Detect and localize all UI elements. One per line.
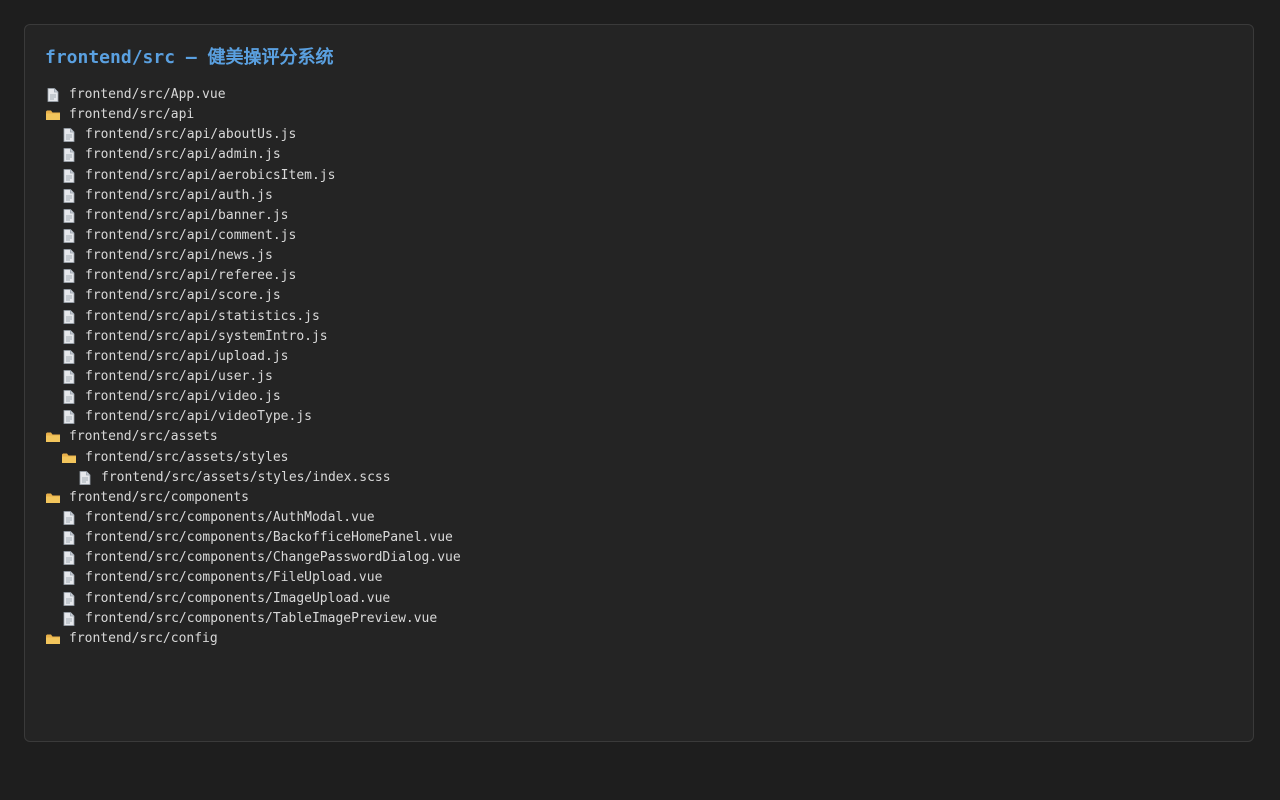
tree-item-label: frontend/src/api/news.js	[85, 248, 273, 264]
tree-item-label: frontend/src/api/systemIntro.js	[85, 328, 328, 344]
file-tree-panel: frontend/src — 健美操评分系统 frontend/src/App.…	[24, 24, 1254, 742]
tree-folder-item[interactable]: frontend/src/assets	[45, 427, 461, 447]
file-icon	[61, 409, 77, 425]
folder-icon	[45, 429, 61, 445]
tree-item-label: frontend/src/components/ChangePasswordDi…	[85, 550, 461, 566]
tree-file-item[interactable]: frontend/src/App.vue	[45, 85, 461, 105]
tree-item-label: frontend/src/api/banner.js	[85, 207, 289, 223]
tree-folder-item[interactable]: frontend/src/assets/styles	[45, 448, 461, 468]
file-icon	[61, 288, 77, 304]
tree-item-label: frontend/src/api/user.js	[85, 369, 273, 385]
tree-item-label: frontend/src/api/referee.js	[85, 268, 297, 284]
tree-item-label: frontend/src/config	[69, 630, 218, 646]
tree-folder-item[interactable]: frontend/src/config	[45, 629, 461, 649]
tree-file-item[interactable]: frontend/src/components/BackofficeHomePa…	[45, 528, 461, 548]
file-icon	[45, 87, 61, 103]
tree-item-label: frontend/src/api/aboutUs.js	[85, 127, 297, 143]
tree-item-label: frontend/src/components/ImageUpload.vue	[85, 590, 391, 606]
tree-item-label: frontend/src/api/comment.js	[85, 228, 297, 244]
file-icon	[61, 369, 77, 385]
file-icon	[61, 550, 77, 566]
file-icon	[61, 611, 77, 627]
file-icon	[61, 248, 77, 264]
file-icon	[61, 309, 77, 325]
tree-item-label: frontend/src/assets	[69, 429, 218, 445]
tree-file-item[interactable]: frontend/src/api/admin.js	[45, 145, 461, 165]
folder-icon	[45, 107, 61, 123]
tree-folder-item[interactable]: frontend/src/components	[45, 488, 461, 508]
file-icon	[61, 349, 77, 365]
tree-file-item[interactable]: frontend/src/api/upload.js	[45, 347, 461, 367]
page-title: frontend/src — 健美操评分系统	[45, 47, 334, 68]
tree-file-item[interactable]: frontend/src/api/aerobicsItem.js	[45, 166, 461, 186]
tree-file-item[interactable]: frontend/src/components/ImageUpload.vue	[45, 589, 461, 609]
file-icon	[61, 188, 77, 204]
tree-folder-item[interactable]: frontend/src/api	[45, 105, 461, 125]
file-icon	[61, 268, 77, 284]
tree-item-label: frontend/src/api/statistics.js	[85, 308, 320, 324]
tree-file-item[interactable]: frontend/src/api/news.js	[45, 246, 461, 266]
file-icon	[61, 591, 77, 607]
tree-item-label: frontend/src/api	[69, 107, 195, 123]
tree-item-label: frontend/src/api/video.js	[85, 389, 281, 405]
tree-file-item[interactable]: frontend/src/assets/styles/index.scss	[45, 468, 461, 488]
folder-icon	[61, 450, 77, 466]
tree-file-item[interactable]: frontend/src/components/FileUpload.vue	[45, 568, 461, 588]
tree-file-item[interactable]: frontend/src/api/systemIntro.js	[45, 327, 461, 347]
tree-file-item[interactable]: frontend/src/api/video.js	[45, 387, 461, 407]
tree-item-label: frontend/src/api/videoType.js	[85, 409, 312, 425]
tree-file-item[interactable]: frontend/src/api/referee.js	[45, 266, 461, 286]
tree-item-label: frontend/src/components/BackofficeHomePa…	[85, 530, 453, 546]
tree-file-item[interactable]: frontend/src/api/banner.js	[45, 206, 461, 226]
file-icon	[61, 530, 77, 546]
tree-item-label: frontend/src/api/upload.js	[85, 348, 289, 364]
tree-file-item[interactable]: frontend/src/api/auth.js	[45, 186, 461, 206]
tree-item-label: frontend/src/api/auth.js	[85, 187, 273, 203]
tree-file-item[interactable]: frontend/src/components/AuthModal.vue	[45, 508, 461, 528]
tree-item-label: frontend/src/components/FileUpload.vue	[85, 570, 383, 586]
file-icon	[61, 168, 77, 184]
file-icon	[61, 147, 77, 163]
file-tree: frontend/src/App.vue frontend/src/api fron…	[45, 85, 461, 649]
tree-file-item[interactable]: frontend/src/components/ChangePasswordDi…	[45, 548, 461, 568]
tree-item-label: frontend/src/components	[69, 489, 250, 505]
tree-file-item[interactable]: frontend/src/api/statistics.js	[45, 307, 461, 327]
tree-item-label: frontend/src/components/AuthModal.vue	[85, 510, 375, 526]
tree-item-label: frontend/src/assets/styles/index.scss	[101, 469, 391, 485]
file-icon	[61, 127, 77, 143]
tree-file-item[interactable]: frontend/src/components/TableImagePrevie…	[45, 609, 461, 629]
file-icon	[61, 389, 77, 405]
file-icon	[61, 510, 77, 526]
tree-item-label: frontend/src/components/TableImagePrevie…	[85, 610, 438, 626]
tree-item-label: frontend/src/api/score.js	[85, 288, 281, 304]
tree-item-label: frontend/src/api/admin.js	[85, 147, 281, 163]
file-icon	[61, 329, 77, 345]
tree-item-label: frontend/src/App.vue	[69, 87, 226, 103]
file-icon	[77, 470, 93, 486]
folder-icon	[45, 490, 61, 506]
tree-file-item[interactable]: frontend/src/api/aboutUs.js	[45, 125, 461, 145]
tree-item-label: frontend/src/assets/styles	[85, 449, 289, 465]
file-icon	[61, 208, 77, 224]
tree-file-item[interactable]: frontend/src/api/comment.js	[45, 226, 461, 246]
tree-file-item[interactable]: frontend/src/api/user.js	[45, 367, 461, 387]
tree-file-item[interactable]: frontend/src/api/score.js	[45, 286, 461, 306]
tree-file-item[interactable]: frontend/src/api/videoType.js	[45, 407, 461, 427]
file-icon	[61, 570, 77, 586]
folder-icon	[45, 631, 61, 647]
file-icon	[61, 228, 77, 244]
tree-item-label: frontend/src/api/aerobicsItem.js	[85, 167, 336, 183]
